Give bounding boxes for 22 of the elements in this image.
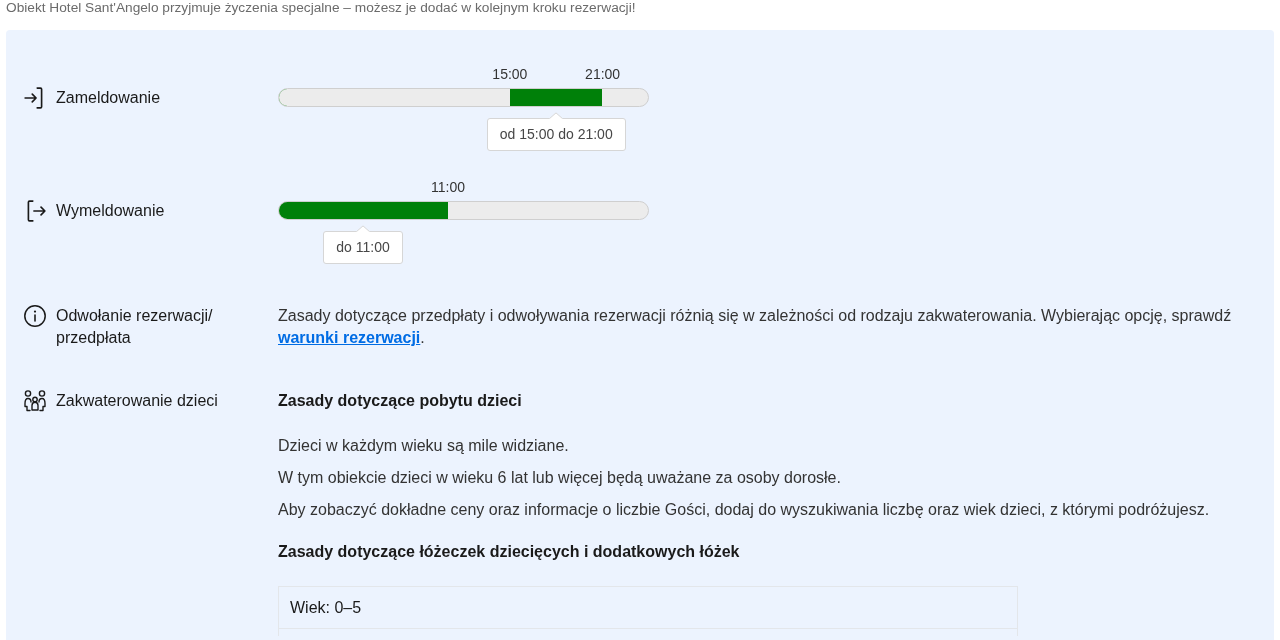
rule-label: Wymeldowanie	[56, 201, 165, 220]
tooltip-pointer-icon	[549, 112, 564, 119]
time-tooltip: do 11:00	[323, 231, 403, 264]
policy-text: Aby zobaczyć dokładne ceny oraz informacje o liczbie Gości, dodaj do wyszukiwania liczbę oraz wiek dzieci, z którymi podróżujesz.	[278, 500, 1211, 520]
info-icon	[24, 305, 46, 327]
policy-text: Zasady dotyczące przedpłaty i odwoływania rezerwacji różnią się w zależności od rodzaju zakwaterowania. Wybierając opcję, sprawdź warunki rezerwacji.	[278, 306, 1233, 348]
section-heading: Zasady dotyczące łóżeczek dziecięcych i dodatkowych łóżek	[278, 542, 741, 562]
time-label: 21:00	[585, 66, 621, 82]
rule-label: Odwołanie rezerwacji/ przedpłata	[56, 306, 214, 348]
tooltip-pointer-icon	[356, 225, 370, 232]
policy-text: Dzieci w każdym wieku są mile widziane.	[278, 436, 570, 456]
time-label: 11:00	[431, 179, 465, 195]
section-heading: Zasady dotyczące pobytu dzieci	[278, 391, 523, 411]
rule-label: Zakwaterowanie dzieci	[56, 391, 218, 411]
notice-text: Obiekt Hotel Sant'Angelo przyjmuje życzenia specjalne – możesz je dodać w kolejnym kroku rezerwacji!	[5, 0, 637, 17]
time-label: 15:00	[492, 66, 528, 82]
booking-terms-link[interactable]: warunki rezerwacji	[278, 329, 421, 346]
rule-label: Zameldowanie	[56, 88, 161, 107]
time-tooltip: od 15:00 do 21:00	[486, 118, 626, 151]
policy-text: W tym obiekcie dzieci w wieku 6 lat lub więcej będą uważane za osoby dorosłe.	[278, 468, 842, 488]
table-header-cell: Wiek: 0–5	[279, 587, 1017, 629]
family-icon	[24, 390, 46, 412]
